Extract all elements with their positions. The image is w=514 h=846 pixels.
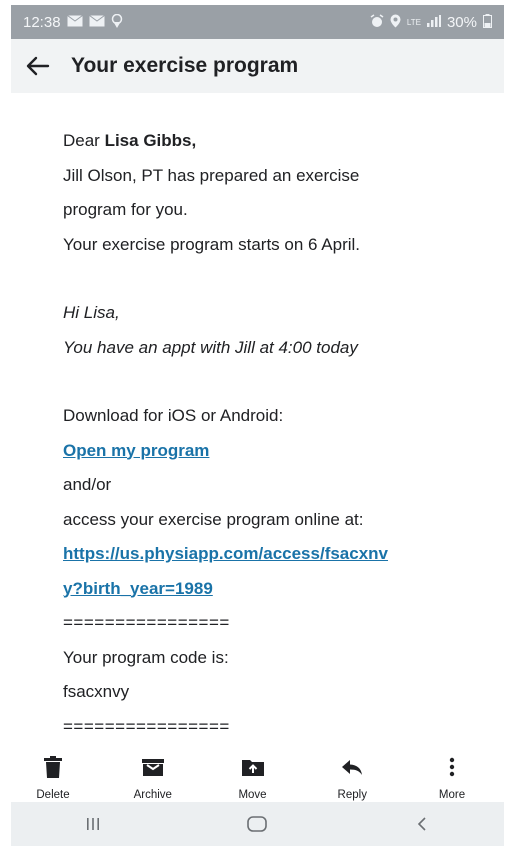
home-icon xyxy=(247,816,268,832)
program-code: fsacxnvy xyxy=(63,682,130,701)
program-url-link-continued[interactable]: y?birth_year=1989 xyxy=(63,579,213,598)
nav-back-icon xyxy=(417,817,426,831)
message-body: Dear Lisa Gibbs, Jill Olson, PT has prep… xyxy=(63,124,483,744)
download-label: Download for iOS or Android: xyxy=(63,406,284,425)
trash-icon xyxy=(42,756,64,783)
move-icon xyxy=(241,756,264,783)
start-date-line: Your exercise program starts on 6 April. xyxy=(63,234,361,254)
reply-icon xyxy=(341,756,363,783)
program-code-label: Your program code is: xyxy=(63,647,229,667)
system-nav-bar xyxy=(11,802,504,846)
move-label: Move xyxy=(238,789,267,801)
recent-apps-button[interactable] xyxy=(63,804,123,844)
separator-line: ================ xyxy=(63,613,230,632)
and-or-text: and/or xyxy=(63,475,112,494)
signal-icon xyxy=(426,14,441,30)
online-access-label: access your exercise program online at: xyxy=(63,509,364,529)
archive-icon xyxy=(141,756,164,783)
page-title: Your exercise program xyxy=(71,54,299,77)
lte-label: LTE xyxy=(406,17,421,27)
program-url-link[interactable]: https://us.physiapp.com/access/fsacxnv xyxy=(63,544,388,563)
personal-note-line-2: You have an appt with Jill at 4:00 today xyxy=(63,337,358,357)
more-label: More xyxy=(438,789,466,801)
delete-label: Delete xyxy=(36,789,70,801)
status-bar: 12:38 LTE 30% xyxy=(11,5,504,39)
personal-note-line-1: Hi Lisa, xyxy=(63,303,120,322)
reply-label: Reply xyxy=(337,789,367,801)
delete-button[interactable]: Delete xyxy=(11,750,95,802)
more-vertical-icon xyxy=(441,756,463,783)
intro-line-1: Jill Olson, PT has prepared an exercise xyxy=(63,165,360,185)
open-program-link[interactable]: Open my program xyxy=(63,441,209,460)
mail-notification-icon xyxy=(66,14,83,30)
status-time: 12:38 xyxy=(23,13,61,31)
mail-notification-icon xyxy=(88,14,105,30)
recipient-name: Lisa Gibbs, xyxy=(104,131,197,150)
intro-line-2: program for you. xyxy=(63,200,188,219)
battery-icon xyxy=(483,13,492,31)
separator-line: ================ xyxy=(63,716,230,736)
greeting: Dear Lisa Gibbs, xyxy=(63,124,483,159)
greeting-prefix: Dear xyxy=(63,131,105,150)
back-arrow-icon[interactable] xyxy=(11,39,65,93)
move-button[interactable]: Move xyxy=(211,750,295,802)
battery-percent: 30% xyxy=(446,13,477,31)
bottom-action-bar: Delete Archive Move Reply More xyxy=(11,750,504,802)
back-button[interactable] xyxy=(392,804,452,844)
alarm-icon xyxy=(370,13,384,31)
archive-label: Archive xyxy=(133,789,172,801)
app-bar: Your exercise program xyxy=(11,39,504,93)
recent-apps-icon xyxy=(87,818,100,830)
home-button[interactable] xyxy=(227,804,287,844)
status-left: 12:38 xyxy=(23,13,123,31)
reply-button[interactable]: Reply xyxy=(310,750,394,802)
status-right: LTE 30% xyxy=(370,13,492,31)
location-pin-icon xyxy=(111,13,123,31)
more-button[interactable]: More xyxy=(410,750,494,802)
archive-button[interactable]: Archive xyxy=(111,750,195,802)
location-icon xyxy=(390,14,401,31)
